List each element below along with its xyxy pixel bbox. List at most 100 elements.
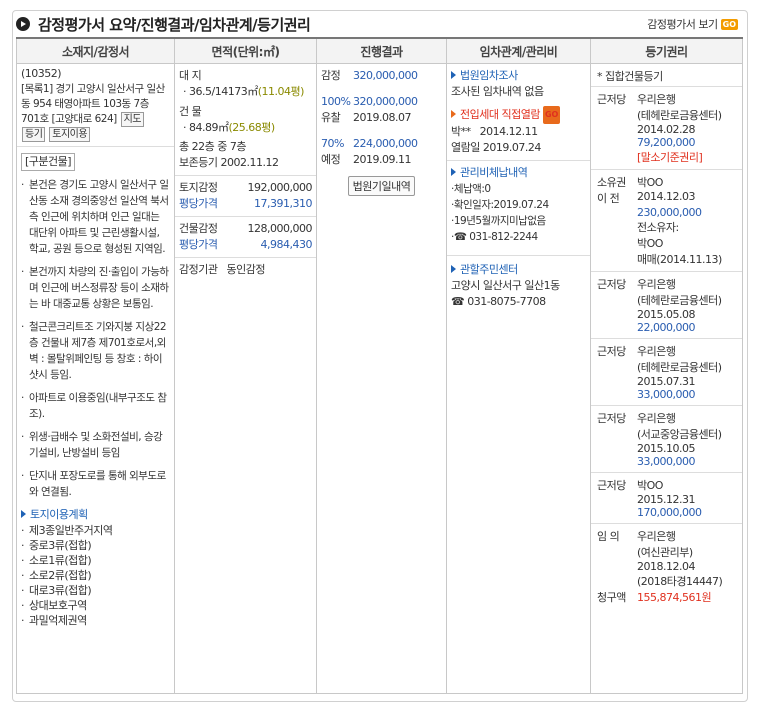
registry-value: 박OO: [637, 176, 663, 189]
registry-key: [597, 235, 637, 251]
community-center-phone: ☎ 031-8075-7708: [451, 295, 546, 308]
registry-key: [597, 123, 637, 136]
registry-cell: * 집합건물등기 근저당 우리은행 (테헤란로금융센터) 2014.02.28 79,2…: [590, 63, 743, 694]
progress-row: 감정 320,000,000: [321, 68, 442, 84]
registry-value: 33,000,000: [637, 455, 695, 468]
progress-list: 감정 320,000,000 100% 320,000,000 유찰 2019.08.07…: [317, 64, 446, 172]
registry-line: 근저당 박OO: [597, 477, 736, 493]
map-button[interactable]: 지도: [120, 112, 145, 127]
col-header-progress: 진행결과: [316, 37, 447, 64]
progress-row: 예정 2019.09.11: [321, 152, 442, 168]
move-in-date: 2014.12.11: [479, 125, 538, 138]
registry-key: [597, 455, 637, 468]
move-in-title[interactable]: 전입세대 직접열람: [460, 108, 540, 121]
registry-line: 22,000,000: [597, 321, 736, 334]
registry-key: [597, 375, 637, 388]
mgmt-fee-title: 관리비체납내역: [460, 166, 528, 179]
registry-line: (2018타경14447): [597, 573, 736, 589]
floor-info: 총 22층 중 7층: [179, 140, 246, 153]
appraiser-label: 감정기관: [179, 263, 218, 276]
bldg-avg-label: 평당가격: [179, 238, 218, 251]
registry-value: 우리은행: [637, 345, 676, 358]
appraisal-note: 본건까지 차량의 진·출입이 가능하며 인근에 버스정류장 등이 소재하는 바 …: [21, 264, 170, 312]
circle-arrow-icon: [16, 17, 30, 31]
land-avg-value: 17,391,310: [254, 197, 312, 210]
registry-key: [597, 292, 637, 308]
registry-line: 임 의 우리은행: [597, 528, 736, 544]
progress-key: 감정: [321, 69, 341, 82]
registry-value: 전소유자:: [637, 221, 679, 234]
land-use-button[interactable]: 토지이용: [49, 127, 91, 142]
community-center-title: 관할주민센터: [460, 263, 518, 276]
move-in-go-button[interactable]: GO: [542, 106, 561, 124]
registry-list: * 집합건물등기 근저당 우리은행 (테헤란로금융센터) 2014.02.28 79,2…: [591, 64, 742, 609]
progress-row: 유찰 2019.08.07: [321, 110, 442, 126]
mgmt-fee-list: ·체납액:0 ·확인일자:2019.07.24 ·19년5월까지미납없음 ·☎ 031…: [451, 181, 586, 245]
registry-button[interactable]: 등기: [22, 127, 46, 142]
registry-key: [597, 251, 637, 267]
registry-line: [말소기준권리]: [597, 149, 736, 165]
progress-key: 70%: [321, 137, 344, 150]
land-plan-item: 소로2류(접합): [21, 568, 170, 583]
registry-value: 2015.05.08: [637, 308, 695, 321]
registry-value: (테헤란로금융센터): [637, 361, 722, 374]
progress-value: 320,000,000: [353, 95, 418, 108]
progress-key: 100%: [321, 95, 351, 108]
land-plan-list: 제3종일반주거지역중로3류(접합)소로1류(접합)소로2류(접합)대로3류(접합…: [21, 523, 170, 628]
registry-line: 170,000,000: [597, 506, 736, 519]
registry-key: [597, 560, 637, 573]
triangle-icon: [21, 510, 26, 518]
appraisal-view-link[interactable]: 감정평가서 보기 GO: [647, 16, 738, 32]
registry-value: 우리은행: [637, 93, 676, 106]
preserve-date: 보존등기 2002.11.12: [179, 156, 279, 169]
registry-line: 매매(2014.11.13): [597, 251, 736, 267]
progress-key: 예정: [321, 153, 341, 166]
registry-key: [597, 442, 637, 455]
col-header-location: 소재지/감정서: [16, 37, 175, 64]
bldg-avg-value: 4,984,430: [260, 238, 313, 251]
land-plan-item: 소로1류(접합): [21, 553, 170, 568]
registry-line: 전소유자:: [597, 219, 736, 235]
registry-value: (서교중앙금융센터): [637, 428, 722, 441]
progress-value: 2019.09.11: [353, 153, 411, 166]
triangle-icon: [451, 265, 456, 273]
registry-key: [597, 308, 637, 321]
page-title: 감정평가서 요약/진행결과/임차관계/등기권리: [38, 16, 311, 34]
go-button[interactable]: GO: [720, 19, 738, 30]
area-cell: 대 지 · 36.5/14173㎡(11.04평) 건 물 · 84.89㎡(2…: [174, 63, 317, 694]
land-plan-title: 토지이용계획: [30, 508, 88, 521]
community-center-address: 고양시 일산서구 일산1동: [451, 279, 560, 292]
registry-key: [597, 219, 637, 235]
registry-key: [597, 388, 637, 401]
registry-key: [597, 107, 637, 123]
registry-value: 2014.12.03: [637, 190, 695, 203]
registry-entry: 소유권 박OO 이 전 2014.12.03 230,000,000 전소유자: 박OO 매매…: [591, 170, 742, 272]
registry-line: 근저당 우리은행: [597, 91, 736, 107]
registry-value: 22,000,000: [637, 321, 695, 334]
col-header-registry: 등기권리: [590, 37, 743, 64]
move-in-name: 박**: [451, 125, 471, 138]
land-appraisal-label: 토지감정: [179, 181, 218, 194]
progress-row: 100% 320,000,000: [321, 94, 442, 110]
court-survey-text: 조사된 임차내역 없음: [451, 85, 544, 98]
registry-value: (여신관리부): [637, 546, 693, 559]
progress-cell: 감정 320,000,000 100% 320,000,000 유찰 2019.08.07…: [316, 63, 447, 694]
registry-key: [597, 493, 637, 506]
triangle-icon: [451, 110, 456, 118]
court-date-button[interactable]: 법원기일내역: [347, 176, 416, 196]
mgmt-fee-item: ·☎ 031-812-2244: [451, 231, 538, 243]
registry-key: [597, 149, 637, 165]
registry-line: (테헤란로금융센터): [597, 107, 736, 123]
registry-key: [597, 359, 637, 375]
registry-key: [597, 544, 637, 560]
appraisal-note: 단지내 포장도로를 통해 외부도로와 연결됨.: [21, 468, 170, 500]
progress-row: 70% 224,000,000: [321, 136, 442, 152]
registry-value: 33,000,000: [637, 388, 695, 401]
registry-value: (2018타경14447): [637, 575, 723, 588]
registry-line: 근저당 우리은행: [597, 276, 736, 292]
registry-line: 청구액 155,874,561원: [597, 589, 736, 605]
zip-code: (10352): [21, 67, 62, 80]
registry-value: 155,874,561원: [637, 591, 712, 604]
bldg-appraisal-value: 128,000,000: [247, 222, 313, 235]
registry-key: 근저당: [597, 93, 626, 106]
